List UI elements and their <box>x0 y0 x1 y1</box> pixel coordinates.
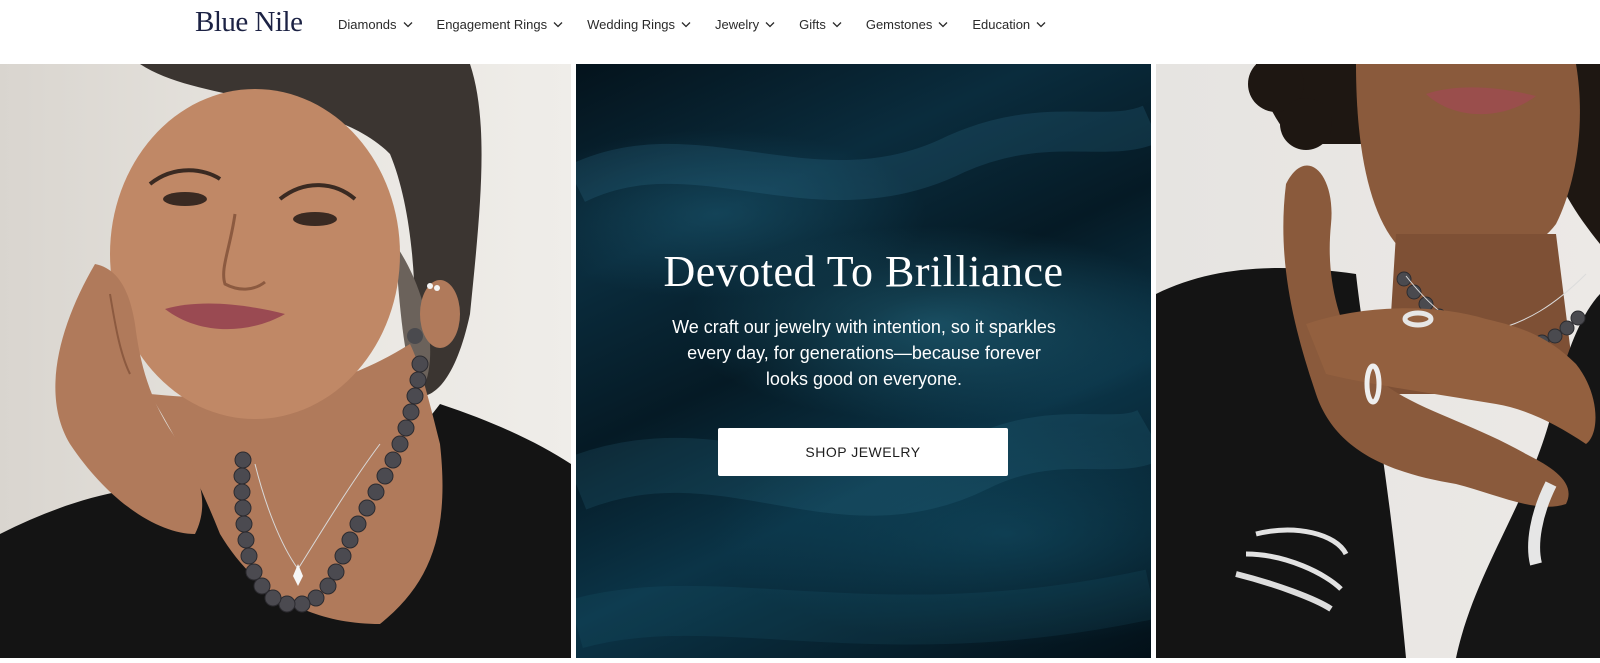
chevron-down-icon <box>681 21 691 28</box>
shop-jewelry-button[interactable]: SHOP JEWELRY <box>718 428 1008 476</box>
model-rings-bracelets-image[interactable] <box>1156 64 1600 658</box>
nav-item-gifts[interactable]: Gifts <box>799 17 842 32</box>
chevron-down-icon <box>1036 21 1046 28</box>
nav-item-label: Gifts <box>799 16 826 32</box>
site-header: Blue Nile Diamonds Engagement Rings Wedd… <box>0 0 1600 63</box>
nav-item-label: Wedding Rings <box>587 16 676 32</box>
nav-item-education[interactable]: Education <box>972 17 1046 32</box>
nav-item-diamonds[interactable]: Diamonds <box>338 17 413 32</box>
nav-item-gemstones[interactable]: Gemstones <box>866 17 948 32</box>
hero-description: We craft our jewelry with intention, so … <box>672 317 1056 389</box>
blue-nile-logo[interactable]: Blue Nile <box>195 6 303 39</box>
nav-item-wedding-rings[interactable]: Wedding Rings <box>587 17 691 32</box>
chevron-down-icon <box>403 21 413 28</box>
nav-item-label: Gemstones <box>865 16 933 32</box>
main-nav: Diamonds Engagement Rings Wedding Rings … <box>338 16 1070 32</box>
nav-item-jewelry[interactable]: Jewelry <box>715 17 775 32</box>
nav-item-label: Education <box>972 16 1031 32</box>
model-pearl-necklace-image[interactable] <box>0 64 571 658</box>
chevron-down-icon <box>765 21 775 28</box>
nav-item-label: Engagement Rings <box>436 16 548 32</box>
nav-item-label: Jewelry <box>715 16 760 32</box>
chevron-down-icon <box>832 21 842 28</box>
model-rings-bracelets-illustration <box>1156 64 1600 658</box>
nav-item-label: Diamonds <box>338 16 397 32</box>
model-pearl-necklace-illustration <box>0 64 571 658</box>
chevron-down-icon <box>553 21 563 28</box>
hero-panel: Devoted To Brilliance We craft our jewel… <box>576 64 1151 658</box>
chevron-down-icon <box>938 21 948 28</box>
nav-item-engagement-rings[interactable]: Engagement Rings <box>437 17 564 32</box>
hero-title: Devoted To Brilliance <box>663 247 1064 296</box>
